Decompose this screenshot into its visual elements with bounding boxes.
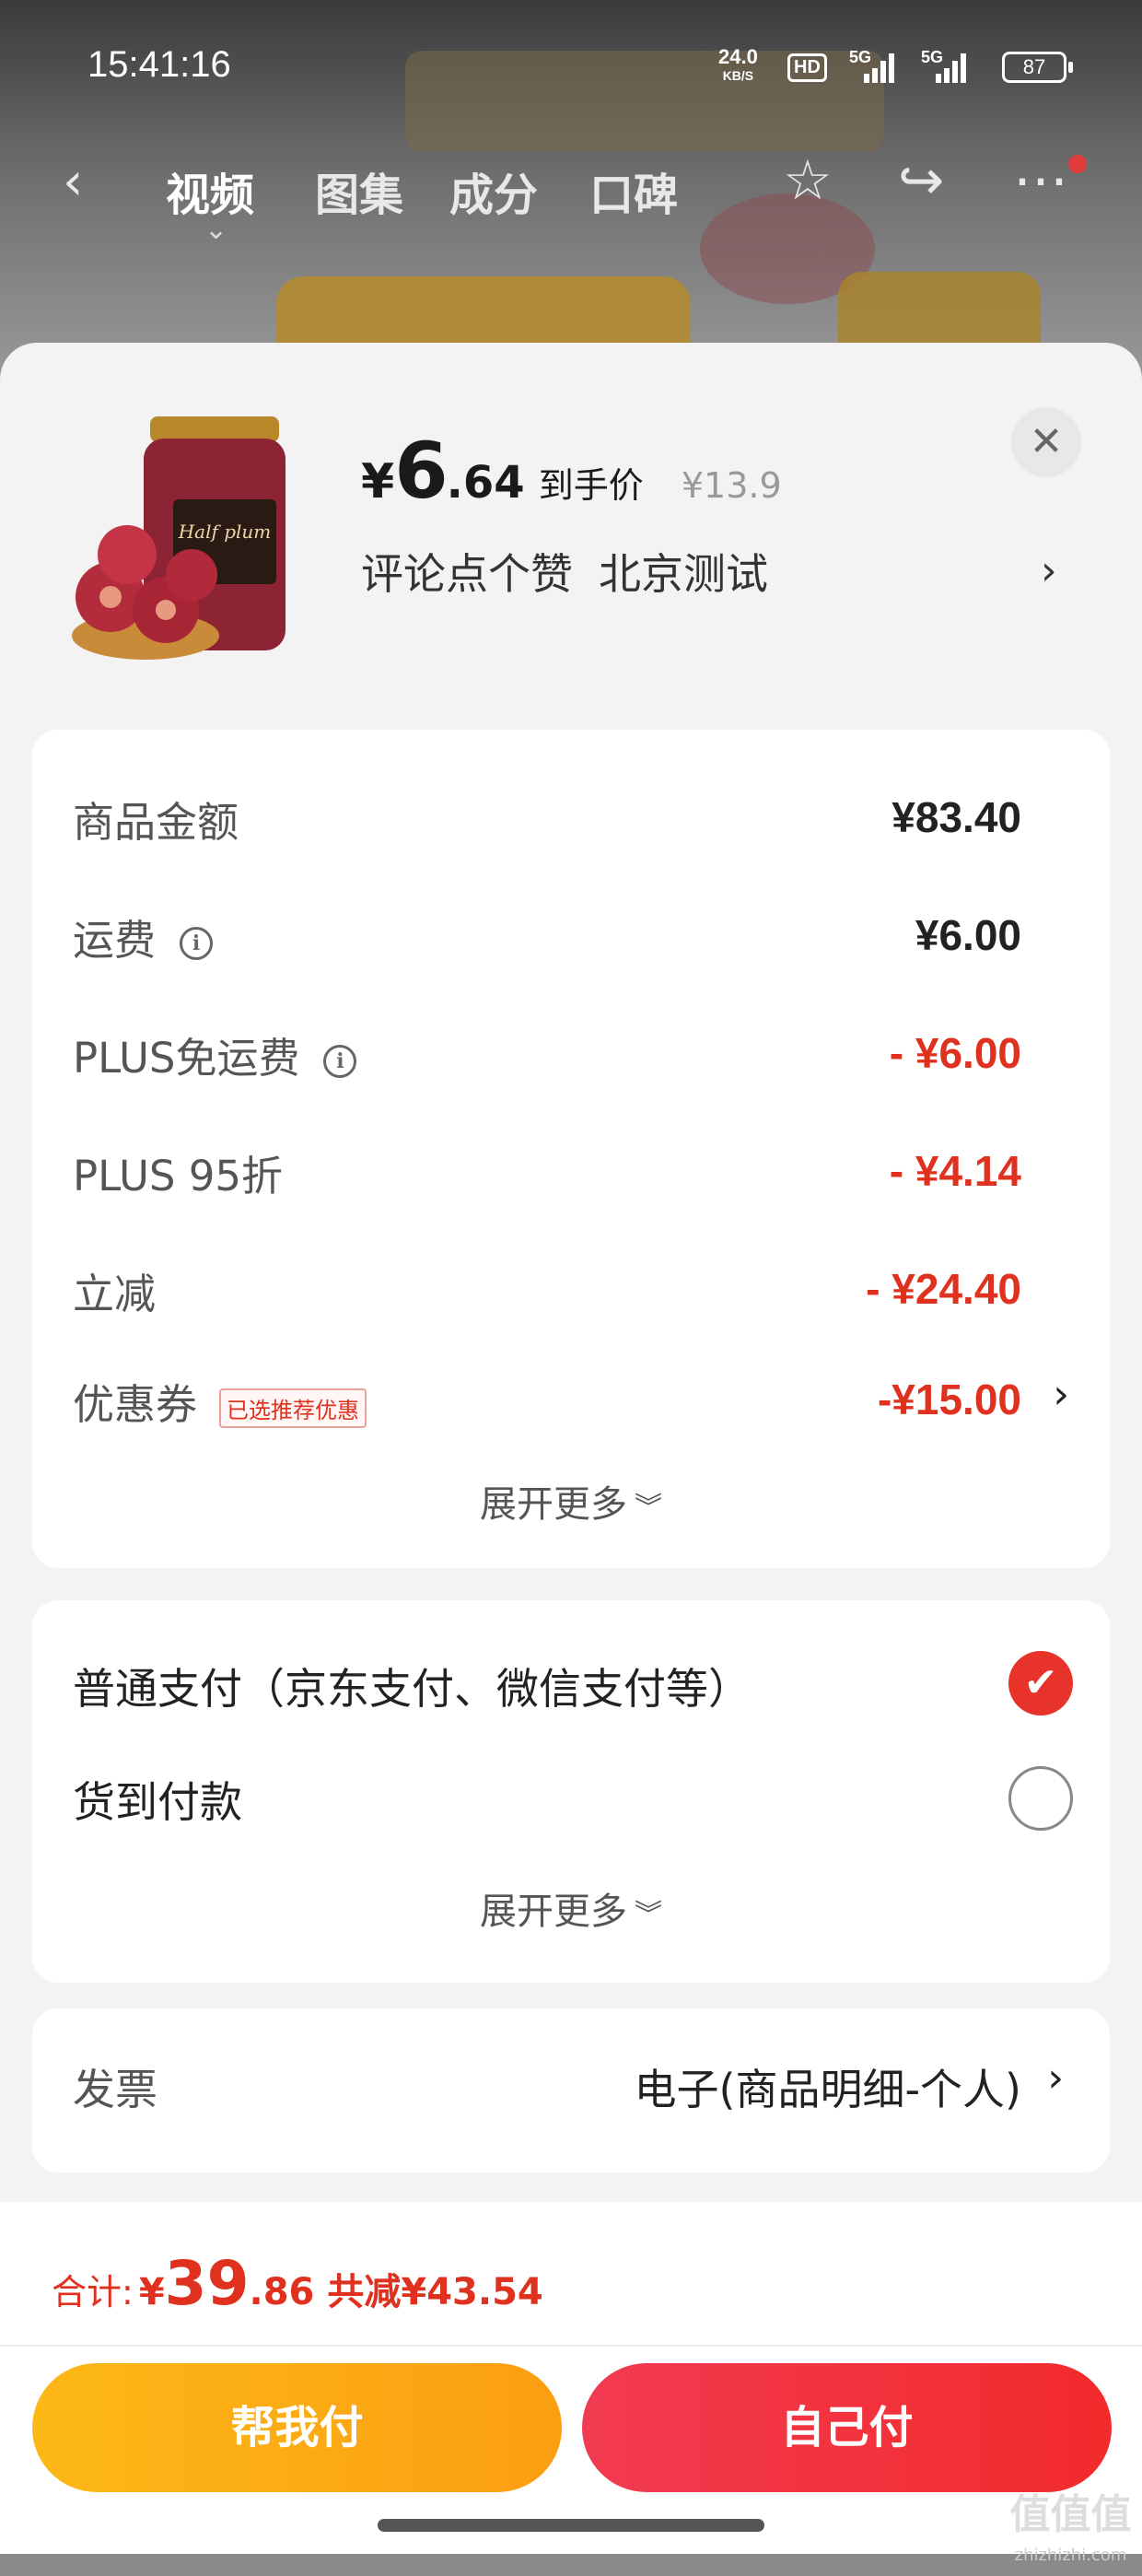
price-currency: ¥ <box>361 454 395 509</box>
breakdown-label: 立减 <box>73 1270 157 1318</box>
footer-divider <box>0 2345 1142 2347</box>
total-decimal: .86 <box>249 2271 315 2313</box>
breakdown-row: PLUS 95折 - ¥4.14 <box>73 1142 1021 1200</box>
breakdown-value: -¥15.00 <box>877 1376 1021 1423</box>
signal-strength-icon-2 <box>926 52 966 83</box>
price-breakdown-card: 商品金额 ¥83.40 运费 i ¥6.00 PLUS免运费 i - ¥6.00 P… <box>32 730 1110 1568</box>
breakdown-label: 优惠券 已选推荐优惠 <box>73 1371 367 1431</box>
breakdown-value: - ¥4.14 <box>889 1147 1021 1195</box>
breakdown-row: PLUS免运费 i - ¥6.00 <box>73 1025 1021 1083</box>
coupon-row[interactable]: 优惠券 已选推荐优惠 -¥15.00 › <box>73 1371 1069 1429</box>
breakdown-value: ¥6.00 <box>915 911 1021 959</box>
payment-method-card: 普通支付（京东支付、微信支付等） ✔ 货到付款 展开更多 ︾ <box>32 1600 1110 1983</box>
price-integer: 6 <box>394 426 448 516</box>
invoice-label: 发票 <box>73 2065 157 2114</box>
breakdown-value: - ¥24.40 <box>866 1265 1021 1313</box>
close-icon: ✕ <box>1029 418 1064 465</box>
network-speed-value: 24.0 <box>718 45 758 68</box>
chevron-right-icon[interactable]: › <box>1053 1371 1069 1418</box>
original-price: ¥13.9 <box>681 465 782 506</box>
expand-more-button[interactable]: 展开更多 ︾ <box>32 1474 1110 1528</box>
breakdown-label-text: 优惠券 <box>73 1380 198 1429</box>
breakdown-label-text: 运费 <box>73 916 157 965</box>
battery-icon: 87 <box>1002 52 1073 83</box>
total-currency: ¥ <box>138 2271 165 2313</box>
expand-more-label: 展开更多 <box>480 1891 627 1933</box>
price-decimal: .64 <box>446 457 525 509</box>
breakdown-row: 立减 - ¥24.40 <box>73 1260 1021 1318</box>
spec-value-2: 北京测试 <box>599 549 768 599</box>
payment-option-label[interactable]: 普通支付（京东支付、微信支付等） <box>73 1656 751 1716</box>
spec-selector[interactable]: 评论点个赞 北京测试 <box>361 541 794 602</box>
watermark-logo: 值值值 zhizhizhi.com <box>1004 2495 1137 2576</box>
tab-gallery[interactable]: 图集 <box>315 158 403 223</box>
invoice-card[interactable]: 发票 电子(商品明细-个人) › <box>32 2008 1110 2172</box>
breakdown-value: - ¥6.00 <box>889 1029 1021 1077</box>
breakdown-label-text: PLUS免运费 <box>73 1034 300 1083</box>
watermark-url: zhizhizhi.com <box>1014 2546 1127 2565</box>
network-speed: 24.0 KB/S <box>718 45 758 85</box>
breakdown-label: PLUS免运费 i <box>73 1025 357 1084</box>
chevron-down-icon: ︾ <box>635 1899 662 1931</box>
total-saved: 共减¥43.54 <box>327 2271 543 2313</box>
hd-icon: HD <box>787 53 827 82</box>
expand-more-label: 展开更多 <box>480 1483 627 1526</box>
product-top-nav: ‹ 视频 ⌄ 图集 成分 口碑 ☆ ↪ ⋯ <box>0 147 1142 246</box>
watermark-text: 值值值 <box>1009 2491 1132 2538</box>
star-icon[interactable]: ☆ <box>783 153 833 208</box>
chevron-right-icon: › <box>1047 2055 1064 2102</box>
order-total: 合计: ¥39.86 共减¥43.54 <box>52 2248 543 2319</box>
breakdown-label: 运费 i <box>73 907 214 966</box>
chevron-right-icon[interactable]: › <box>1041 547 1057 594</box>
radio-checked[interactable]: ✔ <box>1008 1651 1073 1715</box>
breakdown-label: 商品金额 <box>73 798 239 847</box>
signal-strength-icon <box>855 52 894 83</box>
product-thumbnail: Half plum <box>72 416 286 660</box>
home-indicator[interactable] <box>378 2519 764 2532</box>
info-icon[interactable]: i <box>180 927 214 960</box>
total-label: 合计: <box>52 2272 134 2313</box>
price-label: 到手价 <box>538 465 644 506</box>
checkmark-icon: ✔ <box>1023 1659 1058 1706</box>
radio-unchecked[interactable] <box>1008 1766 1073 1831</box>
share-icon[interactable]: ↪ <box>898 153 944 208</box>
help-me-pay-button[interactable]: 帮我付 <box>32 2363 562 2492</box>
breakdown-row: 运费 i ¥6.00 <box>73 907 1021 965</box>
back-arrow-icon[interactable]: ‹ <box>63 157 83 208</box>
expand-more-button[interactable]: 展开更多 ︾ <box>32 1881 1110 1935</box>
breakdown-label: PLUS 95折 <box>73 1152 284 1200</box>
status-bar: 15:41:16 24.0 KB/S HD 5G 5G 87 <box>0 0 1142 138</box>
checkout-footer: 合计: ¥39.86 共减¥43.54 帮我付 自己付 值值值 zhizhizhi.c… <box>0 2202 1142 2565</box>
pay-myself-button[interactable]: 自己付 <box>582 2363 1112 2492</box>
tab-reviews[interactable]: 口碑 <box>589 158 678 223</box>
product-thumbnail-text: Half plum <box>178 521 272 543</box>
info-icon[interactable]: i <box>323 1045 357 1078</box>
total-integer: 39 <box>164 2248 250 2319</box>
price-row: ¥6.64 到手价 ¥13.9 <box>361 426 782 516</box>
coupon-tag: 已选推荐优惠 <box>219 1388 367 1428</box>
notification-dot <box>1068 155 1087 173</box>
chevron-down-icon: ⌄ <box>204 214 228 246</box>
invoice-value: 电子(商品明细-个人) <box>634 2065 1022 2114</box>
tab-ingredients[interactable]: 成分 <box>449 158 538 223</box>
breakdown-row: 商品金额 ¥83.40 <box>73 789 1021 847</box>
more-icon[interactable]: ⋯ <box>1013 153 1068 208</box>
network-speed-unit: KB/S <box>722 68 754 83</box>
status-time: 15:41:16 <box>87 44 231 85</box>
chevron-down-icon: ︾ <box>635 1492 662 1524</box>
close-button[interactable]: ✕ <box>1011 407 1081 477</box>
spec-value-1: 评论点个赞 <box>361 549 573 599</box>
payment-option-label[interactable]: 货到付款 <box>73 1769 242 1830</box>
breakdown-value: ¥83.40 <box>891 793 1021 841</box>
